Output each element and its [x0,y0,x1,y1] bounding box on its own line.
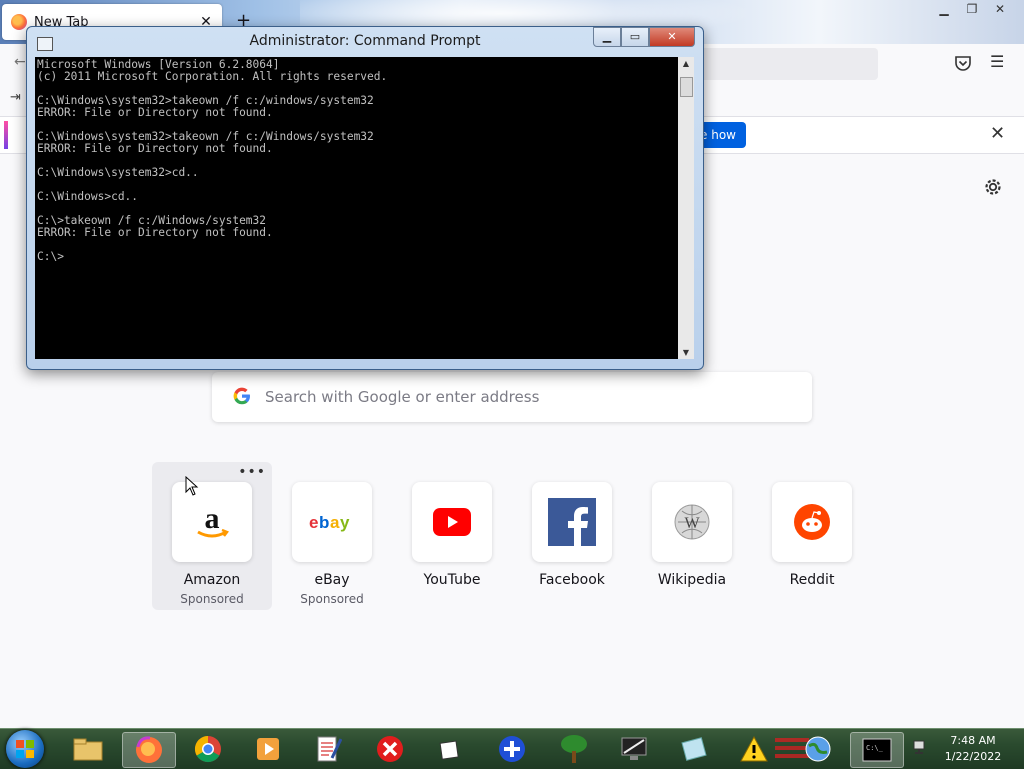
console-text: Microsoft Windows [Version 6.2.8064] (c)… [37,58,388,263]
console-scrollbar[interactable]: ▲ ▼ [678,57,694,359]
cmd-window-controls: ▁ ▭ ✕ [593,27,695,47]
google-icon [233,387,250,405]
svg-text:b: b [319,513,329,532]
reddit-logo-icon [772,482,852,562]
taskbar-chrome[interactable] [182,732,234,766]
warning-icon [740,735,768,762]
svg-text:e: e [309,513,318,532]
notepad-icon [317,736,342,762]
command-prompt-window[interactable]: Administrator: Command Prompt ▁ ▭ ✕ Micr… [26,26,704,370]
ebay-logo-icon: e b a y [292,482,372,562]
taskbar-glass-app[interactable] [668,732,720,766]
facebook-logo-icon [532,482,612,562]
svg-text:C:\_: C:\_ [866,744,884,752]
cmd-close-button[interactable]: ✕ [649,27,695,47]
svg-text:W: W [684,515,700,532]
gear-icon[interactable] [982,176,1004,198]
top-site-youtube[interactable]: YouTube [392,462,512,610]
browser-window-controls: ▁ ❐ ✕ [930,0,1014,18]
tile-label: eBay [314,572,350,588]
sign-in-icon[interactable]: ⇥ [10,90,21,105]
red-x-icon [377,736,403,762]
tile-label: Reddit [789,572,835,588]
restore-icon[interactable]: ❐ [958,0,986,18]
hamburger-menu-icon[interactable]: ☰ [990,52,1004,71]
taskbar-notepad[interactable] [302,732,354,766]
glass-icon [681,737,707,761]
firefox-icon [11,14,27,30]
media-player-icon [257,738,279,760]
cmd-icon: C:\_ [862,738,892,762]
close-notice-icon[interactable]: ✕ [990,123,1005,144]
top-site-amazon[interactable]: ••• a Amazon Sponsored [152,462,272,610]
chrome-icon [194,735,221,763]
scroll-down-icon[interactable]: ▼ [678,348,694,357]
taskbar-monitor-app[interactable] [608,732,660,766]
top-site-reddit[interactable]: Reddit [752,462,872,610]
tile-sponsored: Sponsored [300,592,364,606]
taskbar: C:\_ 7:48 AM 1/22/2022 [0,728,1024,769]
taskbar-window-app[interactable] [424,732,476,766]
cmd-minimize-button[interactable]: ▁ [593,27,621,47]
taskbar-explorer[interactable] [62,732,114,766]
cmd-maximize-button[interactable]: ▭ [621,27,649,47]
tile-label: YouTube [423,572,481,588]
console-output-area[interactable]: Microsoft Windows [Version 6.2.8064] (c)… [35,57,678,359]
mouse-cursor-icon [185,476,199,496]
network-icon[interactable] [912,739,930,757]
tree-icon [561,735,587,763]
top-site-ebay[interactable]: e b a y eBay Sponsored [272,462,392,610]
clock-date: 1/22/2022 [944,750,1002,763]
search-placeholder: Search with Google or enter address [265,388,540,406]
explorer-icon [73,738,103,761]
top-site-wikipedia[interactable]: W Wikipedia [632,462,752,610]
tile-menu-icon[interactable]: ••• [238,464,266,480]
windows-flag-icon [16,740,34,758]
svg-text:y: y [340,513,350,532]
window-icon [439,740,459,760]
tile-sponsored: Sponsored [180,592,244,606]
taskbar-tree-app[interactable] [548,732,600,766]
system-clock[interactable]: 7:48 AM 1/22/2022 [938,733,1008,765]
tile-label: Wikipedia [657,572,727,588]
amazon-logo-icon: a [172,482,252,562]
close-icon[interactable]: ✕ [986,0,1014,18]
taskbar-globe-app[interactable] [792,732,844,766]
top-site-facebook[interactable]: Facebook [512,462,632,610]
tile-label: Facebook [539,572,605,588]
taskbar-media-player[interactable] [242,732,294,766]
pocket-icon[interactable] [954,54,972,72]
wikipedia-logo-icon: W [652,482,732,562]
taskbar-firefox[interactable] [122,732,176,768]
scroll-thumb[interactable] [680,77,693,97]
globe-icon [805,736,831,762]
clock-time: 7:48 AM [950,734,996,747]
svg-text:a: a [205,502,220,535]
youtube-logo-icon [412,482,492,562]
monitor-icon [621,737,647,760]
svg-text:a: a [330,513,340,532]
minimize-icon[interactable]: ▁ [930,0,958,18]
start-button[interactable] [6,730,44,768]
scroll-up-icon[interactable]: ▲ [678,59,694,68]
taskbar-plus-app[interactable] [486,732,538,766]
search-box[interactable]: Search with Google or enter address [212,372,812,422]
firefox-icon [136,736,162,763]
tile-label: Amazon [183,572,241,588]
taskbar-red-x[interactable] [364,732,416,766]
notice-stripe [4,121,8,149]
back-arrow-icon[interactable]: ← [14,54,26,70]
taskbar-cmd[interactable]: C:\_ [850,732,904,768]
plus-icon [499,736,525,762]
